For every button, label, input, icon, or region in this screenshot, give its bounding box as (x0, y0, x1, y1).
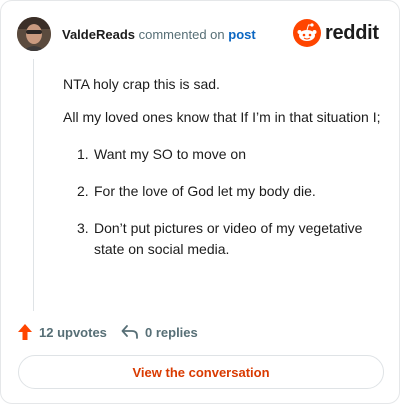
thread-line (33, 59, 34, 311)
reddit-snoo-icon (293, 19, 321, 47)
comment-paragraph: All my loved ones know that If I’m in th… (63, 109, 381, 125)
reply-count: 0 replies (145, 324, 198, 340)
list-number: 1. (77, 146, 89, 162)
upvote-arrow-icon (18, 324, 32, 340)
comment-actions: 12 upvotes 0 replies (17, 321, 383, 343)
post-link[interactable]: post (228, 27, 255, 42)
avatar[interactable] (17, 17, 51, 51)
list-item-text: Want my SO to move on (94, 146, 246, 162)
comment-body: NTA holy crap this is sad. All my loved … (63, 74, 383, 276)
list-number: 2. (77, 183, 89, 199)
reply-arrow-icon (121, 325, 138, 339)
upvote-button[interactable]: 12 upvotes (17, 321, 107, 343)
reddit-wordmark: reddit (325, 22, 379, 44)
list-number: 3. (77, 220, 89, 236)
comment-header: ValdeReads commented on post reddit (17, 17, 383, 53)
embedded-comment-card: ValdeReads commented on post reddit NTA … (0, 0, 400, 404)
list-item: 2. For the love of God let my body die. (77, 181, 383, 202)
action-text: commented on (138, 27, 225, 42)
list-item: 3. Don’t put pictures or video of my veg… (77, 218, 383, 260)
upvote-count: 12 upvotes (39, 324, 107, 340)
comment-meta: ValdeReads commented on post (62, 27, 256, 43)
list-item: 1. Want my SO to move on (77, 144, 383, 165)
reddit-logo[interactable]: reddit (293, 19, 383, 49)
list-item-text: Don’t put pictures or video of my vegeta… (94, 220, 363, 257)
list-item-text: For the love of God let my body die. (94, 183, 316, 199)
username-link[interactable]: ValdeReads (62, 27, 135, 42)
reply-button[interactable]: 0 replies (121, 321, 198, 343)
comment-paragraph: NTA holy crap this is sad. (63, 76, 220, 92)
view-conversation-button[interactable]: View the conversation (18, 355, 384, 389)
comment-list: 1. Want my SO to move on 2. For the love… (63, 144, 383, 260)
